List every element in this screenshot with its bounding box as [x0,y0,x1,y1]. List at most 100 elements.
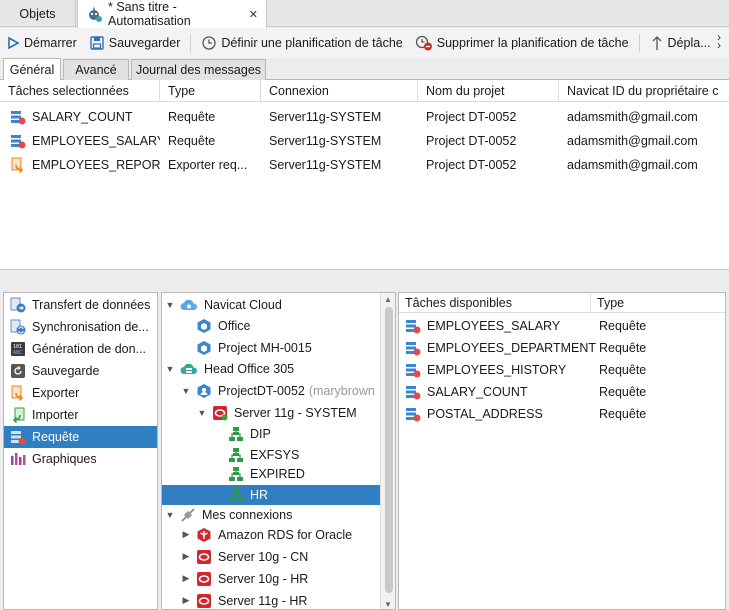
category-data-transfer[interactable]: Transfert de données [4,294,157,316]
column-header[interactable]: Navicat ID du propriétaire c [559,80,729,102]
horizontal-scroll-area[interactable] [0,270,729,292]
table-row[interactable]: SALARY_COUNT Requête Server11g-SYSTEM Pr… [0,105,729,129]
save-icon [89,35,109,51]
scroll-up-icon[interactable]: ▲ [384,295,392,304]
tree-node-server10g-hr[interactable]: ▶ Server 10g - HR [180,568,308,590]
project-icon [196,340,218,356]
set-schedule-button[interactable]: Définir une planification de tâche [195,28,408,58]
tree-node-label: EXPIRED [250,466,305,481]
scrollbar-thumb[interactable] [385,307,393,593]
category-backup[interactable]: Sauvegarde [4,360,157,382]
category-export[interactable]: Exporter [4,382,157,404]
robot-icon [86,6,102,22]
table-row[interactable]: EMPLOYEES_SALARY Requête Server11g-SYSTE… [0,129,729,153]
chevron-down-icon[interactable]: ▼ [180,386,192,396]
category-label: Génération de don... [32,342,146,356]
move-button[interactable]: Dépla... [644,28,717,58]
table-row[interactable]: EMPLOYEES_REPORT Exporter req... Server1… [0,153,729,177]
tree-node-schema-expired[interactable]: EXPIRED [228,463,305,485]
tree-node-office[interactable]: Office [196,315,250,337]
table-row[interactable]: SALARY_COUNT Requête [399,381,725,403]
chevron-right-icon[interactable]: ▶ [180,529,192,540]
tab-message-log-label: Journal des messages [135,63,262,77]
column-header[interactable]: Connexion [261,80,418,102]
save-button[interactable]: Sauvegarder [83,28,187,58]
toolbar-separator [190,34,192,52]
chevron-right-icon[interactable]: ▶ [180,595,192,606]
tree-node-schema-hr[interactable]: HR [228,484,268,506]
table-row[interactable]: POSTAL_ADDRESS Requête [399,403,725,425]
column-header[interactable]: Type [160,80,261,102]
toolbar-overflow-icon[interactable]: › › [717,31,721,51]
vertical-scrollbar[interactable]: ▲ ▼ [380,293,395,609]
category-label: Exporter [32,386,80,400]
task-owner: adamsmith@gmail.com [567,158,698,172]
category-label: Requête [32,430,80,444]
connection-tree: ▼ Navicat Cloud Office Project MH-0015 ▼… [161,292,396,610]
tree-node-project-mh[interactable]: Project MH-0015 [196,337,312,359]
backup-icon [10,363,32,379]
tab-automation[interactable]: * Sans titre - Automatisation ✕ [77,0,267,28]
tab-message-log[interactable]: Journal des messages [131,59,266,80]
task-owner: adamsmith@gmail.com [567,110,698,124]
close-icon[interactable]: ✕ [249,8,258,21]
import-icon [10,407,32,423]
task-name: SALARY_COUNT [427,385,528,399]
tab-objects[interactable]: Objets [0,0,76,27]
chevron-down-icon[interactable]: ▼ [164,510,176,520]
tree-node-server11g-system[interactable]: ▼ Server 11g - SYSTEM [196,402,357,424]
tree-node-server10g-cn[interactable]: ▶ Server 10g - CN [180,546,308,568]
category-query[interactable]: Requête [4,426,157,448]
scroll-down-icon[interactable]: ▼ [384,600,392,609]
column-header[interactable]: Tâches selectionnées [0,80,160,102]
task-type: Requête [599,407,647,421]
clock-delete-icon [415,35,437,51]
tree-node-project-dt[interactable]: ▼ ProjectDT-0052 (marybrown [180,380,375,402]
tree-node-label: Server 11g - SYSTEM [234,405,357,420]
tab-general[interactable]: Général [3,58,61,80]
tree-node-my-connections[interactable]: ▼ Mes connexions [164,504,293,526]
category-label: Sauvegarde [32,364,100,378]
tree-node-label: HR [250,487,269,502]
delete-schedule-button[interactable]: Supprimer la planification de tâche [409,28,635,58]
tab-general-label: Général [9,62,55,77]
chevron-right-icon[interactable]: ▶ [180,573,192,584]
query-icon [405,340,427,356]
category-data-generation[interactable]: 101 ABC Génération de don... [4,338,157,360]
chevron-down-icon[interactable]: ▼ [196,408,208,418]
category-charts[interactable]: Graphiques [4,448,157,470]
data-generation-icon: 101 ABC [10,341,32,357]
category-data-sync[interactable]: Synchronisation de... [4,316,157,338]
tree-node-server11g-hr[interactable]: ▶ Server 11g - HR [180,590,307,609]
task-owner: adamsmith@gmail.com [567,134,698,148]
chevron-down-icon[interactable]: ▼ [164,300,176,310]
tab-advanced-label: Avancé [75,63,117,77]
tree-node-schema-dip[interactable]: DIP [228,423,271,445]
tree-node-navicat-cloud[interactable]: ▼ Navicat Cloud [164,294,282,316]
table-row[interactable]: EMPLOYEES_DEPARTMENT Requête [399,337,725,359]
tab-advanced[interactable]: Avancé [63,59,129,80]
tree-node-head-office[interactable]: ▼ Head Office 305 [164,358,295,380]
delete-schedule-label: Supprimer la planification de tâche [436,36,629,50]
clock-icon [201,35,221,51]
tree-node-amazon-rds[interactable]: ▶ Amazon RDS for Oracle [180,524,352,546]
column-header[interactable]: Type [591,293,725,313]
tree-node-label: Navicat Cloud [204,297,282,312]
category-import[interactable]: Importer [4,404,157,426]
available-tasks-table: Tâches disponibles Type EMPLOYEES_SALARY… [398,292,726,610]
task-type: Requête [168,110,216,124]
column-header[interactable]: Nom du projet [418,80,559,102]
project-users-icon [196,383,218,399]
table-row[interactable]: EMPLOYEES_HISTORY Requête [399,359,725,381]
tree-node-label: EXFSYS [250,447,300,462]
task-project: Project DT-0052 [426,158,517,172]
category-label: Transfert de données [32,298,151,312]
column-header[interactable]: Tâches disponibles [399,293,591,313]
table-row[interactable]: EMPLOYEES_SALARY Requête [399,315,725,337]
chevron-down-icon[interactable]: ▼ [164,364,176,374]
start-button[interactable]: Démarrer [0,28,83,58]
chevron-right-icon[interactable]: ▶ [180,551,192,562]
set-schedule-label: Définir une planification de tâche [221,36,403,50]
export-icon [10,385,32,401]
tree-selection-highlight [162,485,380,505]
